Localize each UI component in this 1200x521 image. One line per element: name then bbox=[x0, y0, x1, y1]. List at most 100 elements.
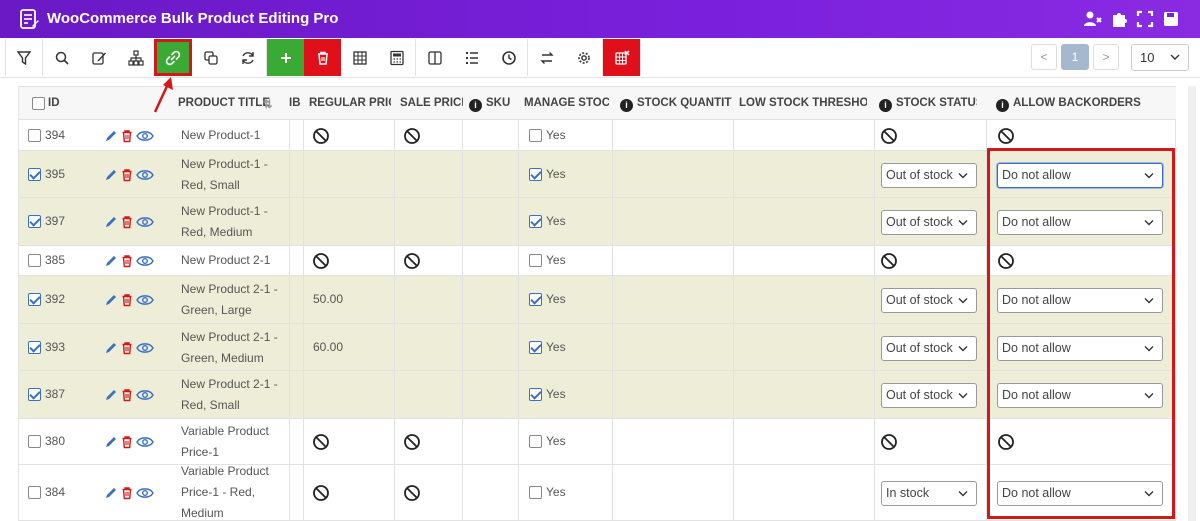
delete-button[interactable] bbox=[304, 39, 342, 76]
bulk-edit-button[interactable] bbox=[80, 39, 118, 76]
eye-icon[interactable] bbox=[136, 486, 154, 500]
next-page-button[interactable]: > bbox=[1093, 44, 1119, 70]
col-stock-quantity[interactable]: i STOCK QUANTITY bbox=[620, 97, 732, 112]
settings-button[interactable] bbox=[565, 39, 603, 76]
manage-stock-checkbox[interactable] bbox=[529, 293, 542, 306]
product-title[interactable]: New Product 2-1 bbox=[181, 250, 281, 271]
trash-icon[interactable] bbox=[120, 341, 134, 355]
product-title[interactable]: New Product 2-1 - Green, Medium bbox=[181, 327, 281, 369]
trash-icon[interactable] bbox=[120, 293, 134, 307]
row-checkbox[interactable] bbox=[28, 254, 41, 267]
col-manage-stock[interactable]: MANAGE STOCK bbox=[524, 97, 609, 109]
column-profile-button[interactable] bbox=[341, 39, 379, 76]
manage-stock-checkbox[interactable] bbox=[529, 486, 542, 499]
manage-stock-checkbox[interactable] bbox=[529, 388, 542, 401]
trash-icon[interactable] bbox=[120, 129, 134, 143]
regular-price-value[interactable]: 60.00 bbox=[313, 340, 343, 354]
filter-button[interactable] bbox=[5, 39, 43, 76]
save-icon[interactable] bbox=[1161, 9, 1181, 29]
row-checkbox[interactable] bbox=[28, 435, 41, 448]
product-title[interactable]: Variable Product Price-1 - Red, Medium bbox=[181, 461, 281, 521]
variations-button[interactable] bbox=[117, 39, 155, 76]
pencil-icon[interactable] bbox=[104, 129, 118, 143]
manage-stock-checkbox[interactable] bbox=[529, 129, 542, 142]
product-title[interactable]: New Product 2-1 - Green, Large bbox=[181, 279, 281, 321]
stock-status-select[interactable]: Out of stock bbox=[881, 163, 977, 188]
columns-button[interactable] bbox=[416, 39, 454, 76]
pencil-icon[interactable] bbox=[104, 254, 118, 268]
stock-status-select[interactable]: Out of stock bbox=[881, 383, 977, 408]
vertical-scrollbar[interactable] bbox=[1188, 86, 1196, 521]
eye-icon[interactable] bbox=[136, 293, 154, 307]
pencil-icon[interactable] bbox=[104, 388, 118, 402]
col-product-title[interactable]: PRODUCT TITLE bbox=[178, 97, 270, 109]
pencil-icon[interactable] bbox=[104, 435, 118, 449]
pencil-icon[interactable] bbox=[104, 168, 118, 182]
col-sku[interactable]: i SKU bbox=[469, 97, 514, 112]
history-button[interactable] bbox=[490, 39, 528, 76]
stock-status-select[interactable]: Out of stock bbox=[881, 210, 977, 235]
pencil-icon[interactable] bbox=[104, 486, 118, 500]
pencil-icon[interactable] bbox=[104, 215, 118, 229]
trash-icon[interactable] bbox=[120, 254, 134, 268]
row-checkbox[interactable] bbox=[28, 341, 41, 354]
col-id[interactable]: ID bbox=[48, 97, 60, 109]
row-checkbox[interactable] bbox=[28, 486, 41, 499]
pencil-icon[interactable] bbox=[104, 341, 118, 355]
product-title[interactable]: New Product 2-1 - Red, Small bbox=[181, 374, 281, 416]
product-title[interactable]: Variable Product Price-1 bbox=[181, 421, 281, 463]
eye-icon[interactable] bbox=[136, 388, 154, 402]
search-button[interactable] bbox=[43, 39, 81, 76]
puzzle-icon[interactable] bbox=[1110, 9, 1130, 29]
trash-icon[interactable] bbox=[120, 435, 134, 449]
eye-icon[interactable] bbox=[136, 129, 154, 143]
stock-status-select[interactable]: Out of stock bbox=[881, 288, 977, 313]
eye-icon[interactable] bbox=[136, 215, 154, 229]
col-ib[interactable]: IB bbox=[289, 97, 301, 109]
row-checkbox[interactable] bbox=[28, 293, 41, 306]
trash-icon[interactable] bbox=[120, 168, 134, 182]
row-checkbox[interactable] bbox=[28, 388, 41, 401]
pencil-icon[interactable] bbox=[104, 293, 118, 307]
product-title[interactable]: New Product-1 bbox=[181, 125, 281, 146]
duplicate-button[interactable] bbox=[192, 39, 230, 76]
per-page-select[interactable]: 10 bbox=[1131, 44, 1189, 71]
manage-stock-checkbox[interactable] bbox=[529, 341, 542, 354]
reload-button[interactable] bbox=[229, 39, 267, 76]
clear-table-button[interactable] bbox=[603, 39, 641, 76]
sort-icon[interactable]: ⇅ bbox=[263, 97, 273, 111]
stock-status-select[interactable]: In stock bbox=[881, 481, 977, 506]
col-low-stock-threshold[interactable]: LOW STOCK THRESHOLD bbox=[739, 97, 867, 109]
manage-stock-checkbox[interactable] bbox=[529, 254, 542, 267]
stock-status-select[interactable]: Out of stock bbox=[881, 336, 977, 361]
eye-icon[interactable] bbox=[136, 168, 154, 182]
product-title[interactable]: New Product-1 - Red, Small bbox=[181, 154, 281, 196]
col-regular-price[interactable]: REGULAR PRICE bbox=[309, 97, 391, 109]
manage-stock-checkbox[interactable] bbox=[529, 168, 542, 181]
col-stock-status[interactable]: i STOCK STATUS bbox=[879, 97, 977, 112]
list-button[interactable] bbox=[453, 39, 491, 76]
row-checkbox[interactable] bbox=[28, 168, 41, 181]
bind-edit-button[interactable] bbox=[154, 39, 192, 76]
manage-stock-checkbox[interactable] bbox=[529, 435, 542, 448]
fullscreen-icon[interactable] bbox=[1135, 9, 1155, 29]
row-checkbox[interactable] bbox=[28, 215, 41, 228]
eye-icon[interactable] bbox=[136, 341, 154, 355]
calculator-button[interactable] bbox=[378, 39, 416, 76]
trash-icon[interactable] bbox=[120, 388, 134, 402]
prev-page-button[interactable]: < bbox=[1031, 44, 1057, 70]
eye-icon[interactable] bbox=[136, 254, 154, 268]
select-all-checkbox[interactable] bbox=[32, 97, 45, 110]
manage-stock-checkbox[interactable] bbox=[529, 215, 542, 228]
trash-icon[interactable] bbox=[120, 486, 134, 500]
row-checkbox[interactable] bbox=[28, 129, 41, 142]
eye-icon[interactable] bbox=[136, 435, 154, 449]
import-export-button[interactable] bbox=[528, 39, 566, 76]
page-1-button[interactable]: 1 bbox=[1061, 44, 1089, 70]
col-allow-backorders[interactable]: i ALLOW BACKORDERS bbox=[996, 97, 1156, 112]
user-settings-icon[interactable] bbox=[1083, 9, 1103, 29]
col-sale-price[interactable]: SALE PRICE bbox=[400, 97, 463, 109]
add-product-button[interactable] bbox=[267, 39, 305, 76]
trash-icon[interactable] bbox=[120, 215, 134, 229]
product-title[interactable]: New Product-1 - Red, Medium bbox=[181, 201, 281, 243]
